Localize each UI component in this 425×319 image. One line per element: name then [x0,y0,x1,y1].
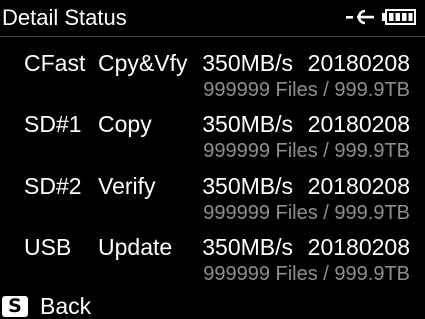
page-title: Detail Status [2,5,127,30]
date-value: 20180208 [307,173,410,199]
device-screen: Detail Status CFast Cpy&Vfy 350MB/s 2018… [0,0,425,319]
speed-value: 350MB/s [202,111,293,137]
speed-value: 350MB/s [202,234,293,260]
device-label: CFast [24,50,86,76]
speed-value: 350MB/s [202,50,293,76]
files-summary: 999999 Files / 999.9TB [203,79,410,101]
connection-icon [346,9,374,25]
device-label: USB [24,234,72,260]
date-value: 20180208 [307,50,410,76]
operation-label: Update [98,234,173,260]
operation-label: Copy [98,111,152,137]
back-label: Back [40,293,92,319]
operation-label: Verify [98,173,156,199]
files-summary: 999999 Files / 999.9TB [203,202,410,224]
device-label: SD#1 [24,111,82,137]
status-header: Detail Status [0,0,425,37]
s-key-icon: S [2,296,28,317]
status-row-sd1: SD#1 Copy 350MB/s 20180208 999999 Files … [0,111,425,177]
speed-value: 350MB/s [202,173,293,199]
date-value: 20180208 [307,111,410,137]
status-row-cfast: CFast Cpy&Vfy 350MB/s 20180208 999999 Fi… [0,50,425,116]
status-row-sd2: SD#2 Verify 350MB/s 20180208 999999 File… [0,173,425,239]
operation-label: Cpy&Vfy [98,50,188,76]
device-label: SD#2 [24,173,82,199]
battery-icon [382,9,416,25]
date-value: 20180208 [307,234,410,260]
back-button[interactable]: S Back [0,294,425,319]
files-summary: 999999 Files / 999.9TB [203,263,410,285]
files-summary: 999999 Files / 999.9TB [203,140,410,162]
status-row-usb: USB Update 350MB/s 20180208 999999 Files… [0,234,425,300]
